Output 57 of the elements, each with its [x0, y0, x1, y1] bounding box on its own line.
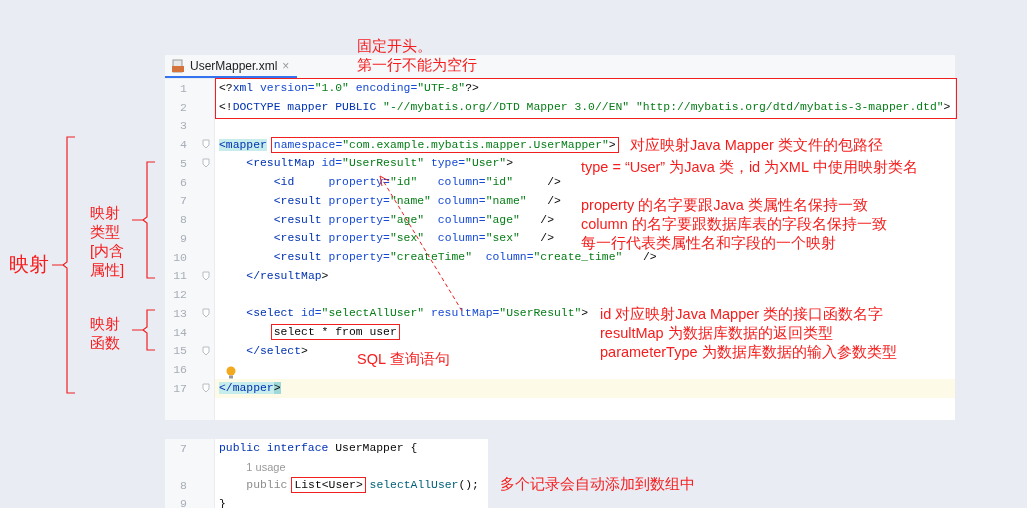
fold-icon[interactable]: [202, 345, 210, 356]
line-number: 14: [172, 325, 187, 339]
tab-label: UserMapper.xml: [190, 58, 278, 73]
line-number: 1: [179, 81, 187, 95]
fold-icon[interactable]: [202, 270, 210, 281]
code-line: <resultMap id="UserResult" type="User">: [246, 156, 513, 172]
line-number: 8: [179, 478, 187, 492]
line-number: 7: [179, 441, 187, 455]
code-line: </resultMap>: [246, 268, 329, 284]
line-number: 8: [179, 213, 187, 227]
fold-icon[interactable]: [202, 308, 210, 318]
line-number: 13: [172, 306, 187, 320]
line-number: 9: [179, 231, 187, 245]
line-number: 3: [179, 119, 187, 133]
line-number: 11: [172, 269, 187, 283]
code-line: <!DOCTYPE mapper PUBLIC "-//mybatis.org//DTD Mapper 3.0//EN" "http://mybatis.org/dtd/mybatis-3-mapper.dtd">: [219, 100, 951, 116]
lightbulb-icon: [226, 366, 236, 379]
annotation-text: 固定开头。 第一行不能为空行: [357, 37, 477, 75]
code-line: </select>: [246, 343, 308, 359]
annotation-text: id 对应映射Java Mapper 类的接口函数名字 resultMap 为数据库数据的返回类型 parameterType 为数据库数据的输入参数类型: [600, 305, 897, 362]
brace-label: 映射 类型 [内含 属性]: [90, 203, 125, 279]
usage-hint[interactable]: 1 usage: [246, 460, 286, 473]
close-icon[interactable]: ×: [282, 58, 290, 73]
brace-label: 映射: [9, 255, 49, 274]
annotation-text: 对应映射Java Mapper 类文件的包路径: [630, 136, 883, 155]
code-line: }: [219, 496, 226, 508]
brace-drawing: [131, 309, 156, 351]
line-number: 15: [172, 344, 187, 358]
code-line: <result property="createTime" column="create_time" />: [273, 250, 657, 266]
line-number: 2: [179, 100, 187, 114]
code-line: </mapper>: [219, 381, 281, 397]
line-number: 6: [179, 175, 187, 189]
annotation-text: property 的名字要跟Java 类属性名保持一致 column 的名字要跟数据库表的字段名保持一致 每一行代表类属性名和字段的一个映射: [581, 196, 887, 252]
brace-label: 映射 函数: [90, 314, 120, 352]
xml-file-icon: [171, 58, 185, 73]
line-number: 7: [179, 194, 187, 208]
fold-icon[interactable]: [202, 383, 210, 393]
code-line: <result property="age" column="age" />: [273, 212, 555, 228]
line-number: 16: [172, 363, 187, 377]
fold-icon[interactable]: [202, 158, 210, 168]
line-number: 4: [179, 138, 187, 152]
annotation-text: type = “User” 为Java 类，id 为XML 中使用映射类名: [581, 158, 918, 177]
code-line: <mapper namespace="com.example.mybatis.mapper.UserMapper">: [219, 136, 616, 153]
line-number: 10: [172, 250, 187, 264]
line-number: 9: [179, 497, 187, 508]
annotation-text: 多个记录会自动添加到数组中: [500, 475, 695, 494]
code-line: public interface UserMapper {: [219, 441, 418, 456]
line-number: 5: [179, 156, 187, 170]
code-line: <select id="selectAllUser" resultMap="UserResult">: [246, 306, 589, 322]
fold-icon[interactable]: [202, 139, 210, 150]
line-number: 17: [172, 381, 187, 395]
code-line: <result property="sex" column="sex" />: [273, 231, 555, 247]
annotation-text: SQL 查询语句: [357, 350, 450, 369]
code-line: <?xml version="1.0" encoding="UTF-8"?>: [219, 81, 479, 97]
code-line: <result property="name" column="name" />: [273, 193, 561, 209]
line-number: 12: [172, 288, 187, 302]
code-line: public List<User> selectAllUser();: [246, 477, 479, 493]
